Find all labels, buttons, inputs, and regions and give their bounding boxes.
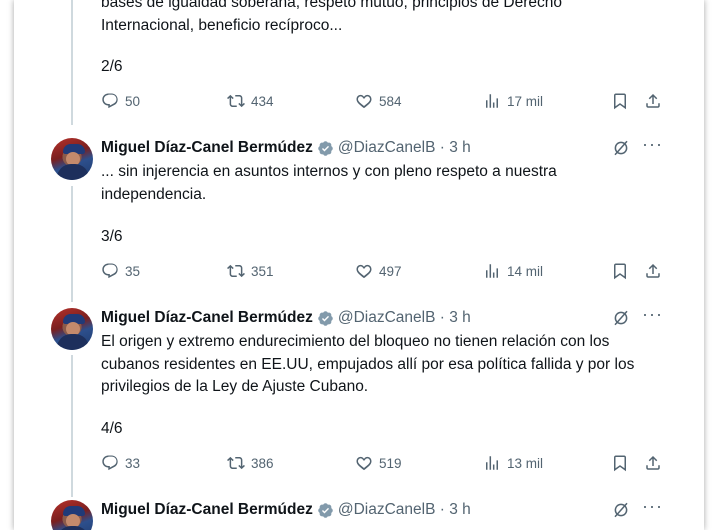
thread-counter: 3/6: [101, 228, 123, 245]
bookmark-icon: [611, 262, 629, 280]
tweet-thread-panel: bases de igualdad soberana, respeto mutu…: [14, 0, 704, 530]
views-button[interactable]: 14 mil: [483, 262, 543, 280]
bookmark-button[interactable]: [611, 92, 629, 110]
author-handle[interactable]: @DiazCanelB · 3 h: [338, 309, 471, 327]
reply-button[interactable]: 50: [101, 92, 140, 110]
retweet-button[interactable]: 351: [227, 262, 274, 280]
views-button[interactable]: 13 mil: [483, 454, 543, 472]
share-icon: [644, 262, 662, 280]
share-button[interactable]: [644, 262, 662, 280]
verified-badge-icon: [317, 502, 334, 519]
bookmark-icon: [611, 454, 629, 472]
tweet-actions: 50 434 584 17 mil: [101, 92, 671, 112]
retweet-count: 434: [251, 93, 274, 109]
more-icon[interactable]: ···: [642, 304, 663, 325]
reply-button[interactable]: 33: [101, 454, 140, 472]
reply-button[interactable]: 35: [101, 262, 140, 280]
verified-badge-icon: [317, 310, 334, 327]
retweet-button[interactable]: 434: [227, 92, 274, 110]
more-icon[interactable]: ···: [642, 134, 663, 155]
reply-icon: [101, 262, 119, 280]
views-icon: [483, 454, 501, 472]
thread-connector: [71, 186, 73, 302]
grok-icon[interactable]: [612, 309, 630, 327]
retweet-count: 386: [251, 455, 274, 471]
like-button[interactable]: 584: [355, 92, 402, 110]
retweet-count: 351: [251, 263, 274, 279]
tweet-text: El origen y extremo endurecimiento del b…: [101, 333, 635, 395]
share-icon: [644, 454, 662, 472]
tweet-text: ... sin injerencia en asuntos internos y…: [101, 163, 557, 203]
views-icon: [483, 262, 501, 280]
share-icon: [644, 92, 662, 110]
reply-count: 35: [125, 263, 141, 279]
author-name[interactable]: Miguel Díaz-Canel Bermúdez: [101, 309, 313, 327]
views-button[interactable]: 17 mil: [483, 92, 543, 110]
avatar[interactable]: [51, 138, 93, 180]
avatar[interactable]: [51, 308, 93, 350]
tweet-header: Miguel Díaz-Canel Bermúdez @DiazCanelB ·…: [101, 499, 471, 521]
views-count: 17 mil: [507, 93, 544, 109]
reply-count: 50: [125, 93, 141, 109]
thread-counter: 2/6: [101, 58, 123, 75]
author-handle[interactable]: @DiazCanelB · 3 h: [338, 139, 471, 157]
heart-icon: [355, 454, 373, 472]
tweet-header: Miguel Díaz-Canel Bermúdez @DiazCanelB ·…: [101, 307, 471, 329]
retweet-button[interactable]: 386: [227, 454, 274, 472]
tweet-actions: 33 386 519 13 mil: [101, 454, 671, 474]
author-name[interactable]: Miguel Díaz-Canel Bermúdez: [101, 501, 313, 519]
share-button[interactable]: [644, 454, 662, 472]
retweet-icon: [227, 92, 245, 110]
bookmark-icon: [611, 92, 629, 110]
like-count: 497: [379, 263, 402, 279]
more-icon[interactable]: ···: [642, 496, 663, 517]
heart-icon: [355, 92, 373, 110]
tweet-text: bases de igualdad soberana, respeto mutu…: [101, 0, 562, 34]
like-count: 519: [379, 455, 402, 471]
thread-counter: 4/6: [101, 420, 123, 437]
verified-badge-icon: [317, 140, 334, 157]
bookmark-button[interactable]: [611, 454, 629, 472]
reply-icon: [101, 454, 119, 472]
views-count: 14 mil: [507, 263, 544, 279]
grok-icon[interactable]: [612, 139, 630, 157]
like-button[interactable]: 519: [355, 454, 402, 472]
views-count: 13 mil: [507, 455, 544, 471]
reply-icon: [101, 92, 119, 110]
retweet-icon: [227, 262, 245, 280]
avatar[interactable]: [51, 500, 93, 530]
thread-connector: [71, 0, 73, 125]
author-name[interactable]: Miguel Díaz-Canel Bermúdez: [101, 139, 313, 157]
views-icon: [483, 92, 501, 110]
tweet-actions: 35 351 497 14 mil: [101, 262, 671, 282]
author-handle[interactable]: @DiazCanelB · 3 h: [338, 501, 471, 519]
share-button[interactable]: [644, 92, 662, 110]
bookmark-button[interactable]: [611, 262, 629, 280]
tweet-header: Miguel Díaz-Canel Bermúdez @DiazCanelB ·…: [101, 137, 471, 159]
reply-count: 33: [125, 455, 141, 471]
retweet-icon: [227, 454, 245, 472]
heart-icon: [355, 262, 373, 280]
thread-connector: [71, 355, 73, 497]
like-count: 584: [379, 93, 402, 109]
like-button[interactable]: 497: [355, 262, 402, 280]
grok-icon[interactable]: [612, 501, 630, 519]
